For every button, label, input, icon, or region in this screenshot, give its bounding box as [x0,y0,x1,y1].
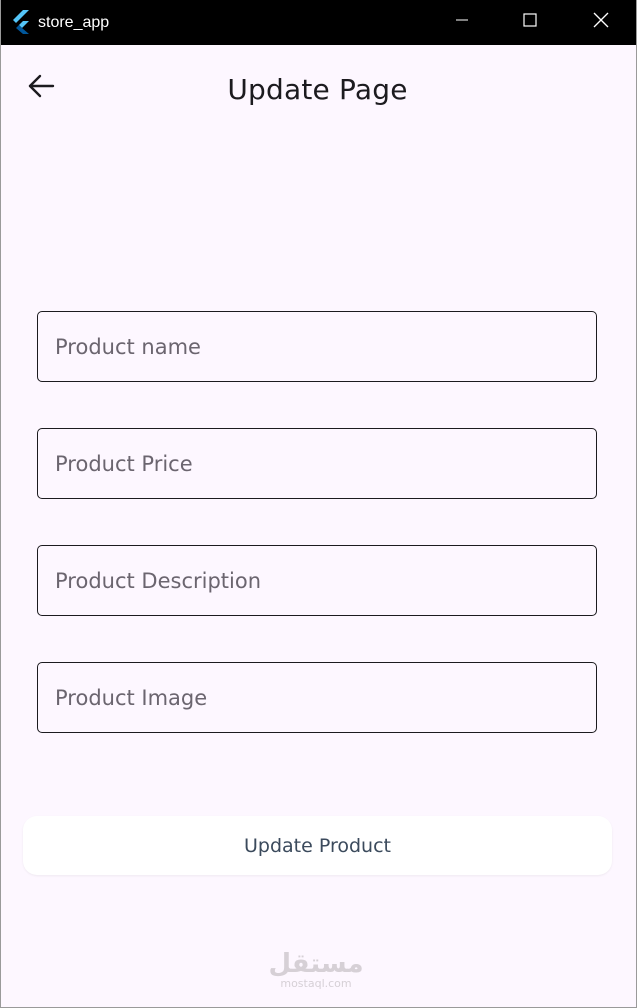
product-description-field[interactable] [37,545,597,616]
maximize-icon [523,13,537,32]
page-title: Update Page [227,73,408,106]
update-product-button[interactable]: Update Product [23,816,612,875]
minimize-button[interactable] [439,0,485,45]
close-button[interactable] [578,0,624,45]
minimize-icon [455,13,469,32]
product-image-input[interactable] [38,663,596,732]
title-bar[interactable]: store_app [1,0,636,45]
product-price-input[interactable] [38,429,596,498]
watermark: مستقل mostaql.com [241,950,391,990]
close-icon [593,12,609,33]
product-image-field[interactable] [37,662,597,733]
back-button[interactable] [21,70,61,106]
window-title: store_app [38,14,110,31]
product-price-field[interactable] [37,428,597,499]
product-name-input[interactable] [38,312,596,381]
maximize-button[interactable] [507,0,553,45]
flutter-logo-icon [11,10,31,34]
product-description-input[interactable] [38,546,596,615]
arrow-back-icon [27,72,55,105]
app-window: store_app Update Page Product name Produ… [0,0,637,1008]
watermark-arabic: مستقل [268,949,364,979]
product-name-field[interactable] [37,311,597,382]
watermark-latin: mostaql.com [280,977,352,990]
